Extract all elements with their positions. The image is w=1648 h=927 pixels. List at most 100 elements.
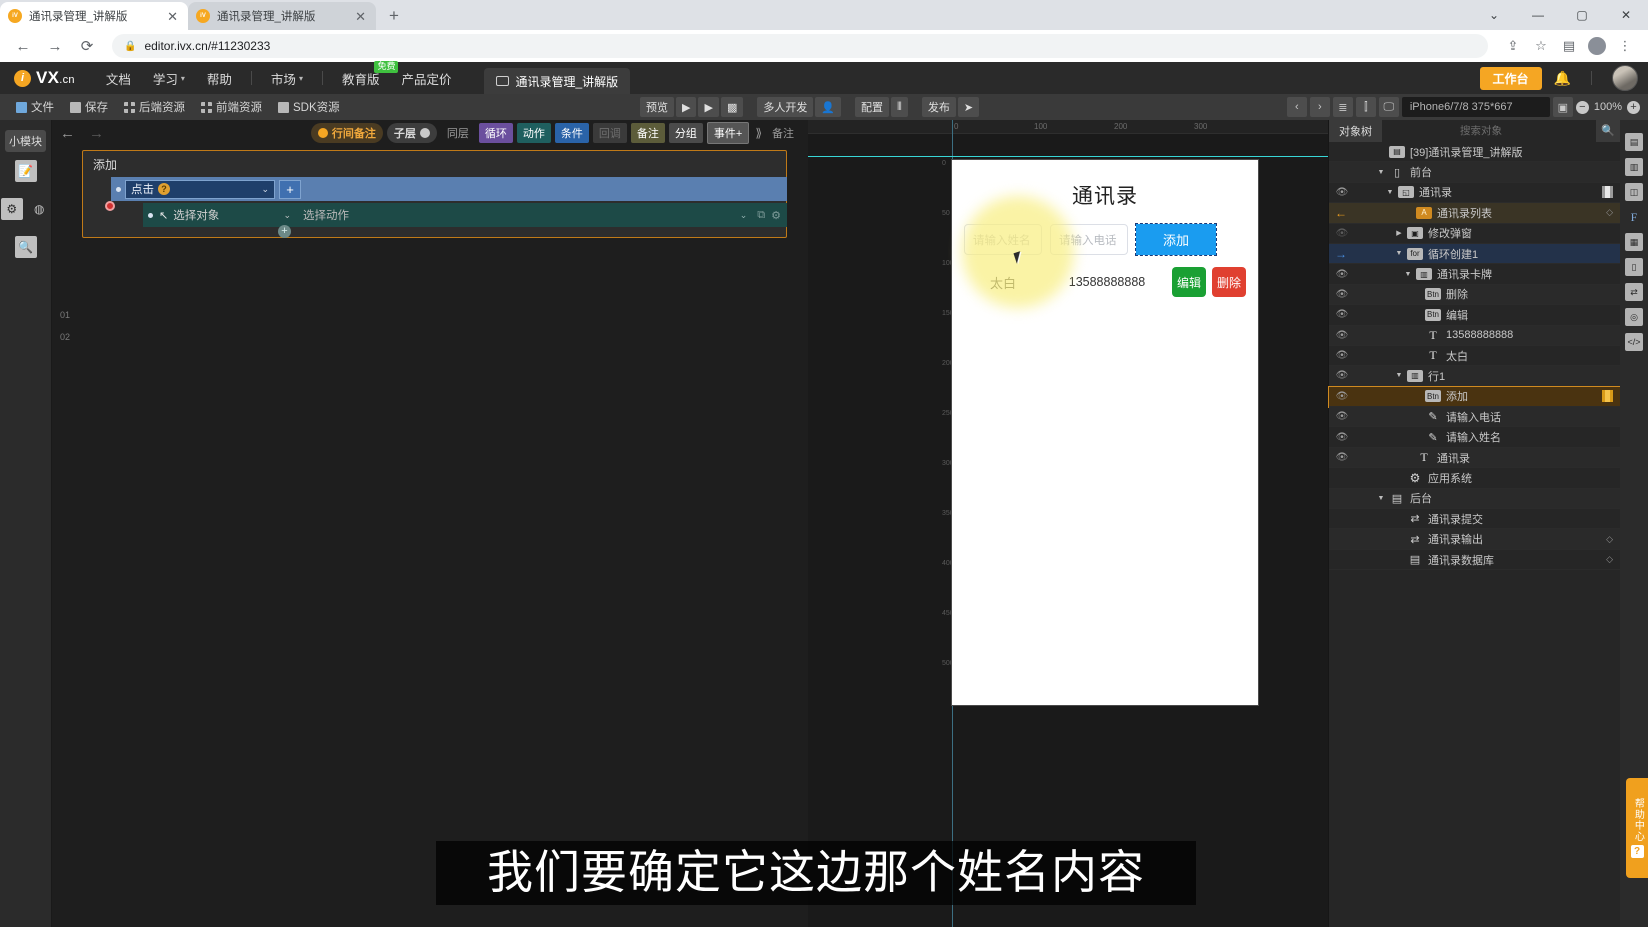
tree-row[interactable]: 👁 ▼ ◱ 通讯录 <box>1329 183 1620 204</box>
toolbar-frontend-resource[interactable]: 前端资源 <box>193 94 270 120</box>
config-button[interactable]: 配置 <box>855 97 890 117</box>
visibility-eye-icon[interactable]: 👁 <box>1329 269 1355 280</box>
chevron-down-icon[interactable]: ▼ <box>1391 372 1407 379</box>
add-event-button[interactable]: + <box>279 179 301 199</box>
tree-row[interactable]: 👁 ▶ ▣ 修改弹窗 <box>1329 224 1620 244</box>
event-row-trigger[interactable]: 点击 ? ⌄ + <box>111 177 787 201</box>
tree-row[interactable]: ▤ 通讯录数据库 ◇ <box>1329 550 1620 571</box>
chevron-down-icon[interactable]: ▼ <box>1400 271 1416 278</box>
visibility-eye-icon[interactable]: 👁 <box>1329 187 1355 198</box>
tree-row[interactable]: 👁 T 通讯录 <box>1329 447 1620 469</box>
tree-row[interactable]: 👁 ✎ 请输入电话 <box>1329 407 1620 428</box>
palette-icon[interactable]: ◍ <box>28 198 50 220</box>
user-icon[interactable]: 👤 <box>815 97 842 117</box>
name-input[interactable]: 请输入姓名 <box>964 224 1042 255</box>
star-icon[interactable]: ☆ <box>1528 33 1554 59</box>
visibility-eye-icon[interactable]: 👁 <box>1329 309 1355 320</box>
edit-button[interactable]: 编辑 <box>1172 267 1206 297</box>
tree-row[interactable]: 👁 ✎ 请输入姓名 <box>1329 427 1620 448</box>
workbench-button[interactable]: 工作台 <box>1479 66 1542 90</box>
toolbar-sdk-resource[interactable]: SDK资源 <box>270 94 348 120</box>
visibility-eye-icon[interactable]: 👁 <box>1329 289 1355 300</box>
properties-icon[interactable]: ▤ <box>1625 133 1643 151</box>
add-action-button[interactable]: + <box>278 225 291 238</box>
toolbar-file[interactable]: 文件 <box>8 94 62 120</box>
toolbar-backend-resource[interactable]: 后端资源 <box>116 94 193 120</box>
search-object-input[interactable]: 搜索对象 <box>1382 119 1596 142</box>
events-book-icon[interactable] <box>1602 186 1613 199</box>
distribute-icon[interactable]: ⫿ <box>1355 97 1376 117</box>
tree-row[interactable]: ⇄ 通讯录输出 ◇ <box>1329 529 1620 550</box>
tree-row[interactable]: 👁 Btn 添加 <box>1328 385 1621 409</box>
phone-input[interactable]: 请输入电话 <box>1050 224 1128 255</box>
edit-chart-icon[interactable]: 📝 <box>14 160 37 182</box>
nav-item-learn[interactable]: 学习 ▾ <box>142 62 196 94</box>
code-icon[interactable]: </> <box>1625 333 1643 351</box>
tree-row[interactable]: 👁 Btn 编辑 <box>1329 305 1620 326</box>
tree-row[interactable]: 👁 Btn 删除 <box>1329 284 1620 306</box>
guide-line-horizontal[interactable] <box>808 156 1328 157</box>
small-module-tab[interactable]: 小模块 <box>5 130 46 152</box>
tree-row[interactable]: ← A 通讯录列表 ◇ <box>1329 203 1620 224</box>
more-chevron-icon[interactable]: ⟫ <box>753 126 762 140</box>
visibility-eye-icon[interactable]: 👁 <box>1329 432 1355 443</box>
back-icon[interactable]: ← <box>10 33 36 59</box>
component-icon[interactable]: ◎ <box>1625 308 1643 326</box>
share-icon[interactable]: ⇪ <box>1500 33 1526 59</box>
tag-action[interactable]: 动作 <box>516 123 551 143</box>
reload-icon[interactable]: ⟳ <box>74 33 100 59</box>
tree-row[interactable]: 👁 ▼ ▥ 通讯录卡牌 <box>1329 264 1620 285</box>
chevron-down-icon[interactable]: ▼ <box>1382 189 1398 196</box>
tree-row[interactable]: ▼ ▯ 前台 <box>1329 162 1620 183</box>
browser-tab-2[interactable]: iV 通讯录管理_讲解版 ✕ <box>188 2 376 30</box>
address-bar[interactable]: 🔒 editor.ivx.cn/#11230233 <box>112 34 1488 58</box>
close-window-button[interactable]: ✕ <box>1604 0 1648 30</box>
event-node-icon[interactable] <box>105 201 115 211</box>
chevron-down-icon[interactable]: ▼ <box>1373 495 1389 502</box>
send-icon[interactable]: ➤ <box>957 97 980 117</box>
action-select[interactable]: 选择动作 <box>297 207 734 223</box>
screenshot-icon[interactable]: ▣ <box>1552 97 1573 117</box>
visibility-eye-icon[interactable]: 👁 <box>1329 411 1355 422</box>
tree-row[interactable]: → ▼ for 循环创建1 <box>1329 243 1620 265</box>
row-options-icon[interactable]: ◇ <box>1606 534 1613 545</box>
zoom-in-button[interactable]: + <box>1627 100 1640 114</box>
visibility-eye-icon[interactable]: 👁 <box>1329 330 1355 341</box>
user-avatar[interactable] <box>1612 65 1638 91</box>
tag-note[interactable]: 备注 <box>630 123 665 143</box>
help-center-tab[interactable]: 帮助中心 ? <box>1626 778 1648 878</box>
forward-icon[interactable]: → <box>42 33 68 59</box>
nav-item-pricing[interactable]: 产品定价 <box>390 62 462 94</box>
sliders-icon[interactable]: ⚙ <box>0 198 23 220</box>
maximize-button[interactable]: ▢ <box>1560 0 1604 30</box>
tab-object-tree[interactable]: 对象树 <box>1329 119 1382 142</box>
tag-same-layer[interactable]: 同层 <box>441 123 475 143</box>
history-forward-icon[interactable]: → <box>89 125 104 142</box>
new-tab-button[interactable]: + <box>380 2 408 30</box>
font-icon[interactable]: F <box>1625 208 1643 226</box>
row-options-icon[interactable]: ◇ <box>1606 554 1613 565</box>
inline-note-toggle[interactable]: 行间备注 <box>310 123 383 143</box>
help-icon[interactable]: ? <box>158 183 170 195</box>
layers-icon[interactable]: ▦ <box>1625 233 1643 251</box>
align-icon[interactable]: ≣ <box>1332 97 1353 117</box>
event-type-select[interactable]: 点击 ? ⌄ <box>125 179 275 199</box>
multi-user-dev-button[interactable]: 多人开发 <box>757 97 814 117</box>
sublayer-toggle[interactable]: 子层 <box>386 123 437 143</box>
copy-icon[interactable]: ⧉ <box>757 209 765 222</box>
visibility-eye-icon[interactable]: 👁 <box>1329 350 1355 361</box>
inspect-icon[interactable]: 🔍 <box>14 236 37 258</box>
tag-condition[interactable]: 条件 <box>554 123 589 143</box>
visibility-eye-icon[interactable]: 👁 <box>1329 228 1355 239</box>
row-options-icon[interactable]: ◇ <box>1606 207 1613 218</box>
profile-avatar[interactable] <box>1584 33 1610 59</box>
nav-item-market[interactable]: 市场 ▾ <box>260 62 314 94</box>
tag-callback[interactable]: 回调 <box>592 123 627 143</box>
mobile-icon[interactable]: ▯ <box>1625 258 1643 276</box>
minimize-button[interactable]: — <box>1516 0 1560 30</box>
events-book-icon[interactable] <box>1602 390 1613 403</box>
menu-icon[interactable]: ⋮ <box>1612 33 1638 59</box>
visibility-eye-icon[interactable]: 👁 <box>1329 452 1355 463</box>
history-back-icon[interactable]: ← <box>60 125 75 142</box>
chevron-down-icon[interactable]: ⌄ <box>1472 0 1516 30</box>
